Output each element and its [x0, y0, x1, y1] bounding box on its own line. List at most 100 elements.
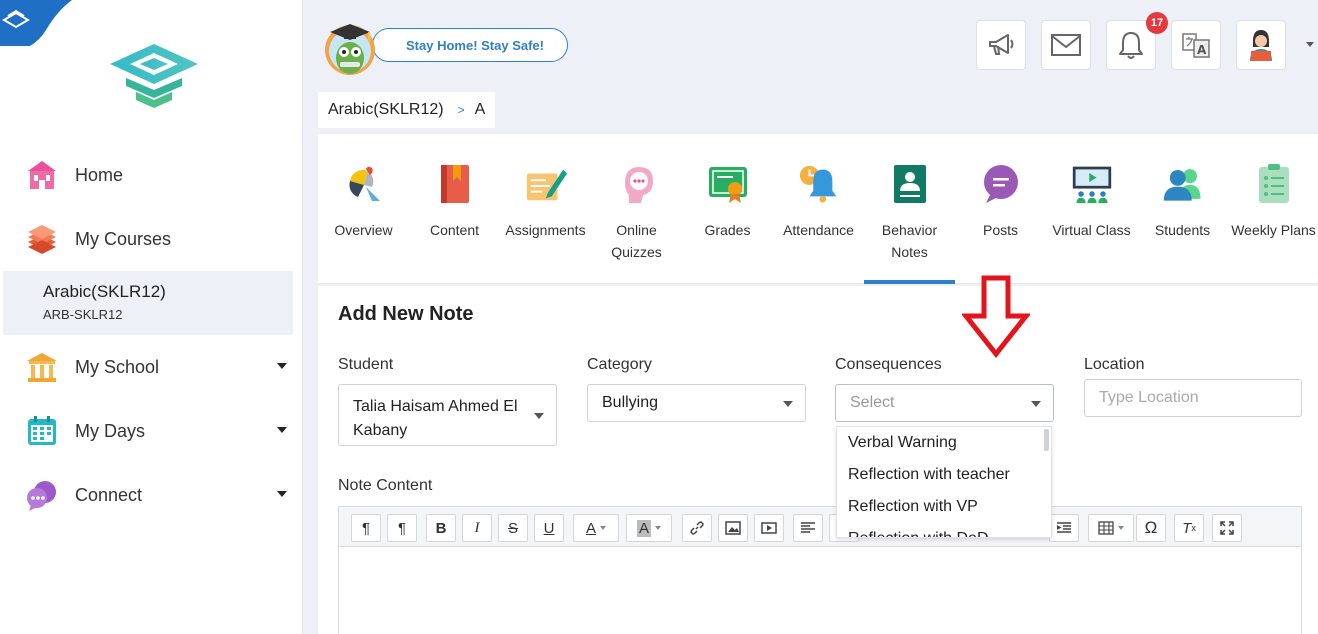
nav-my-days-label: My Days [75, 420, 146, 441]
dropdown-scrollbar[interactable] [1044, 429, 1049, 451]
strikethrough-icon[interactable]: S [498, 514, 528, 542]
underline-icon[interactable]: U [534, 514, 564, 542]
annotation-arrow-icon [962, 275, 1030, 358]
category-select[interactable]: Bullying [587, 384, 806, 422]
tab-content[interactable]: Content [409, 134, 500, 284]
user-menu-button[interactable] [1236, 20, 1286, 70]
announcements-button[interactable] [976, 20, 1026, 70]
course-name: Arabic(SKLR12) [43, 282, 166, 301]
chevron-down-icon [277, 363, 287, 369]
font-color-icon[interactable]: A [573, 514, 619, 542]
option-verbal-warning[interactable]: Verbal Warning [837, 427, 1051, 459]
mascot-avatar[interactable] [320, 18, 382, 76]
tab-weekly-plans[interactable]: Weekly Plans [1228, 134, 1318, 284]
nav-my-courses[interactable]: My Courses [0, 211, 303, 267]
school-icon [24, 349, 60, 385]
notification-count-badge: 17 [1146, 12, 1168, 34]
location-label: Location [1084, 356, 1145, 373]
tab-label: Online Quizzes [611, 222, 662, 260]
editor-toolbar: ¶ ¶ B I S U A A Ω T x [339, 507, 1301, 547]
courses-icon [24, 221, 60, 257]
bell-icon [1119, 32, 1143, 59]
tab-students[interactable]: Students [1137, 134, 1228, 284]
italic-icon[interactable]: I [462, 514, 492, 542]
paragraph-rtl-icon[interactable]: ¶ [387, 514, 417, 542]
consequences-dropdown: Verbal Warning Reflection with teacher R… [836, 426, 1052, 538]
tab-assignments[interactable]: Assignments [500, 134, 591, 284]
location-input[interactable] [1084, 379, 1302, 417]
tab-label: Attendance [783, 222, 854, 238]
consequences-label: Consequences [835, 356, 942, 373]
tab-virtual-class[interactable]: Virtual Class [1046, 134, 1137, 284]
option-reflection-teacher[interactable]: Reflection with teacher [837, 459, 1051, 491]
tab-grades[interactable]: Grades [682, 134, 773, 284]
language-button[interactable]: A [1171, 20, 1221, 70]
nav-my-courses-label: My Courses [75, 228, 172, 249]
mail-icon [1051, 34, 1081, 56]
category-label: Category [587, 356, 652, 373]
nav-my-school[interactable]: My School [0, 339, 303, 395]
tab-online-quizzes[interactable]: Online Quizzes [591, 134, 682, 284]
sidebar-course-arabic[interactable]: Arabic(SKLR12) ARB-SKLR12 [3, 271, 293, 335]
svg-text:A: A [1197, 43, 1207, 57]
paragraph-ltr-icon[interactable]: ¶ [351, 514, 381, 542]
nav-connect[interactable]: Connect [0, 467, 303, 523]
tab-attendance[interactable]: Attendance [773, 134, 864, 284]
consequences-select[interactable]: Select [835, 384, 1054, 422]
add-note-form: Add New Note Student Talia Haisam Ahmed … [318, 286, 1318, 634]
students-icon [1162, 162, 1204, 206]
chevron-down-icon[interactable] [1306, 42, 1314, 47]
form-title: Add New Note [338, 303, 474, 325]
tab-label: Weekly Plans [1231, 222, 1316, 238]
student-label: Student [338, 356, 394, 373]
video-icon[interactable] [754, 514, 784, 542]
category-value: Bullying [602, 394, 659, 411]
highlight-color-icon[interactable]: A [626, 514, 672, 542]
tab-label: Behavior Notes [881, 222, 938, 260]
tab-label: Overview [334, 222, 393, 238]
chevron-down-icon [1031, 401, 1041, 407]
image-icon[interactable] [718, 514, 748, 542]
fullscreen-icon[interactable] [1212, 514, 1242, 542]
indent-icon[interactable] [1049, 514, 1079, 542]
rich-text-editor: ¶ ¶ B I S U A A Ω T x [338, 506, 1302, 634]
nav-my-school-label: My School [75, 356, 160, 377]
nav-connect-label: Connect [75, 484, 143, 505]
assignment-icon [525, 162, 567, 206]
clear-format-icon[interactable]: Tx [1174, 514, 1204, 542]
option-reflection-ded[interactable]: Reflection with DeD [837, 523, 1051, 537]
bold-icon[interactable]: B [426, 514, 456, 542]
tab-label: Assignments [505, 222, 586, 238]
table-icon[interactable] [1088, 514, 1134, 542]
chat-icon [980, 162, 1022, 206]
overview-icon [343, 162, 385, 206]
bell-clock-icon [798, 162, 840, 206]
nav-home[interactable]: Home [0, 147, 303, 203]
link-icon[interactable] [682, 514, 712, 542]
tab-behavior-notes[interactable]: Behavior Notes [864, 134, 955, 284]
messages-button[interactable] [1041, 20, 1091, 70]
virtual-class-icon [1071, 162, 1113, 206]
tab-label: Posts [982, 222, 1018, 238]
course-tabs: Overview Content Assignments Online Quiz… [318, 134, 1318, 284]
breadcrumb-course[interactable]: Arabic(SKLR12) [328, 101, 444, 119]
breadcrumb-separator: > [457, 103, 465, 117]
chevron-down-icon [783, 401, 793, 407]
nav-my-days[interactable]: My Days [0, 403, 303, 459]
chevron-down-icon [277, 491, 287, 497]
special-char-icon[interactable]: Ω [1136, 514, 1166, 542]
breadcrumb: Arabic(SKLR12) > A [318, 92, 496, 128]
tab-label: Content [429, 222, 480, 238]
student-select[interactable]: Talia Haisam Ahmed El Kabany [338, 384, 557, 446]
option-reflection-vp[interactable]: Reflection with VP [837, 491, 1051, 523]
consequences-placeholder: Select [850, 394, 895, 411]
tab-posts[interactable]: Posts [955, 134, 1046, 284]
app-corner-logo[interactable] [0, 0, 72, 46]
align-left-icon[interactable] [793, 514, 823, 542]
banner-text: Stay Home! Stay Safe! [406, 37, 544, 53]
calendar-icon [24, 413, 60, 449]
tab-overview[interactable]: Overview [318, 134, 409, 284]
breadcrumb-section[interactable]: A [475, 101, 486, 119]
home-icon [24, 157, 60, 193]
stay-home-banner[interactable]: Stay Home! Stay Safe! [372, 28, 568, 62]
